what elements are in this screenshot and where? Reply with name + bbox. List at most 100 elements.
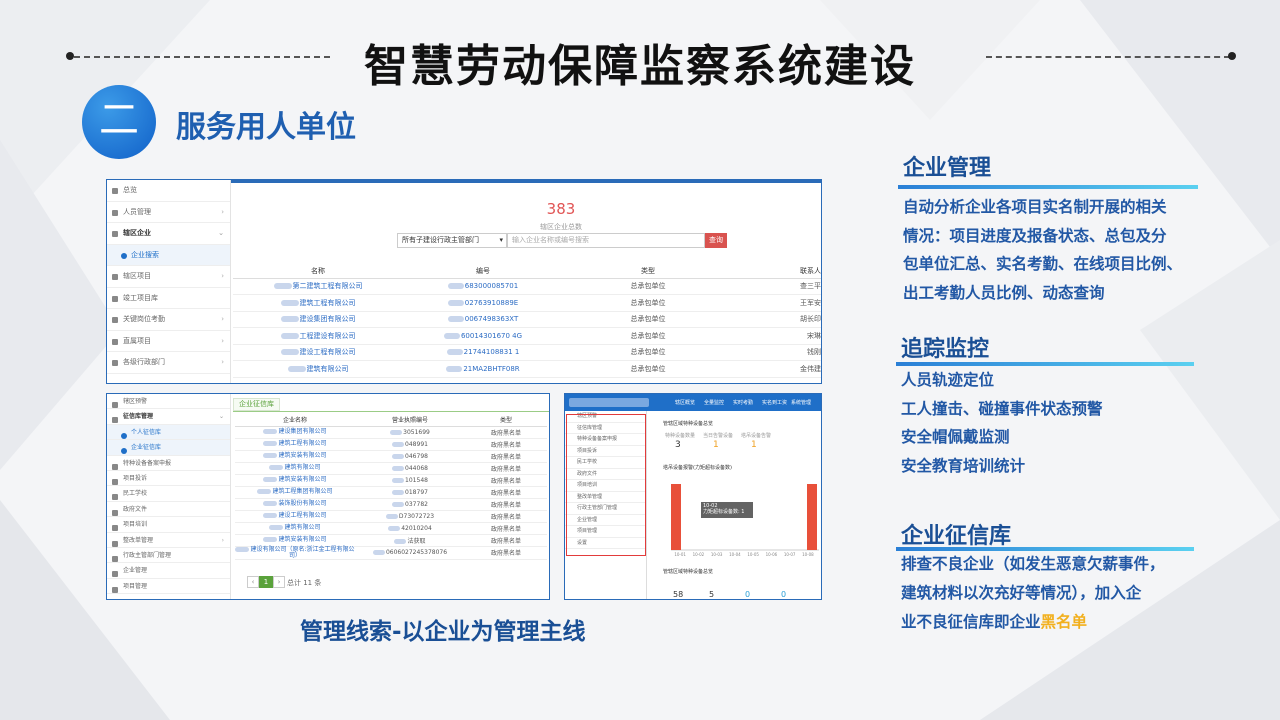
cell-type: 政府黑名单 (465, 438, 547, 451)
table-row[interactable]: 建筑工程有限公司 048991 政府黑名单 (235, 438, 547, 451)
redacted-mark (269, 465, 284, 470)
enterprise-name-link[interactable]: 建筑安装有限公司 (278, 452, 326, 459)
enterprise-code: 21744108831 1 (463, 348, 520, 357)
redacted-mark (394, 538, 407, 544)
sidebar-item[interactable]: 行政主管部门管理 (107, 548, 230, 564)
sidebar-item[interactable]: 个人征信库 (107, 424, 230, 441)
enterprise-count: 383 (546, 200, 576, 218)
section-number-badge: 二 (82, 85, 156, 159)
table-row[interactable]: 建筑有限公司 42010204 政府黑名单 (235, 522, 547, 535)
table-row[interactable]: 第二建筑工程有限公司 683000085701 总承包单位 查三平 (233, 278, 821, 295)
table-row[interactable]: 建筑安装有限公司 法获取 政府黑名单 (235, 534, 547, 547)
prev-page-button[interactable]: ‹ (247, 576, 259, 588)
enterprise-name-link[interactable]: 建筑工程集团有限公司 (272, 488, 332, 495)
table-row[interactable]: 建筑有限公司 21MA2BHTF08R 总承包单位 金伟建 (233, 360, 821, 378)
sidebar-item[interactable]: 辖区预警 (107, 394, 230, 410)
sidebar-item[interactable]: 辖区企业 ⌄ (107, 223, 230, 245)
credit-library-text: 排查不良企业（如发生恶意欠薪事件， 建筑材料以次充好等情况），加入企 业不良征信… (901, 550, 1165, 637)
chevron-icon: › (221, 336, 224, 345)
table-row[interactable]: 建筑有限公司 044068 政府黑名单 (235, 462, 547, 475)
sidebar-item[interactable]: 整改单管理 › (107, 533, 230, 548)
enterprise-name-link[interactable]: 建筑安装有限公司 (278, 476, 326, 483)
sidebar-item[interactable]: 企业征信库 (107, 440, 230, 456)
sidebar-item[interactable]: 企业管理 (107, 563, 230, 579)
cell-contact: 胡长印 (733, 311, 821, 328)
redacted-mark (280, 332, 299, 339)
enterprise-name-link[interactable]: 建设工程有限公司 (300, 348, 356, 356)
enterprise-name-link[interactable]: 建筑有限公司 (284, 464, 320, 471)
sidebar-item[interactable]: 总览 (107, 180, 230, 202)
enterprise-name-link[interactable]: 建筑工程有限公司 (278, 440, 326, 447)
top-nav-item[interactable]: 实时考勤 (733, 399, 753, 406)
cell-name: 建筑安装有限公司 (235, 534, 355, 547)
table-row[interactable]: 装饰股份有限公司 037782 政府黑名单 (235, 498, 547, 511)
table-row[interactable]: 建设集团有限公司 0067498363XT 总承包单位 胡长印 (233, 311, 821, 328)
cell-type: 政府黑名单 (465, 450, 547, 463)
sidebar-item[interactable]: 辖区项目 › (107, 266, 230, 288)
table-row[interactable]: 建筑安装有限公司 046798 政府黑名单 (235, 450, 547, 463)
cell-type: 政府黑名单 (465, 510, 547, 523)
search-button[interactable]: 查询 (705, 233, 727, 248)
chevron-down-icon: ▾ (499, 236, 503, 244)
enterprise-name-link[interactable]: 装饰股份有限公司 (278, 500, 326, 507)
screenshot-enterprise-search: 总览 人员管理 › 辖区企业 ⌄ 企业搜索 辖区项目 › 竣工项目库 关键岗位考勤 › 直属项目 › 各级… (106, 179, 822, 384)
cell-name: 建筑有限公司 (233, 360, 403, 378)
top-nav-item[interactable]: 辖区概览 (675, 399, 695, 406)
table-row[interactable]: 建设集团有限公司 3051699 政府黑名单 (235, 426, 547, 439)
column-header: 类型 (563, 264, 733, 279)
sidebar-item[interactable]: 民工学校 (107, 486, 230, 502)
sidebar-item[interactable]: 项目培训 (107, 517, 230, 533)
top-nav-item[interactable]: 实名到工资 (762, 399, 787, 406)
cell-name: 建设集团有限公司 (235, 426, 355, 439)
sidebar-item-label: 各级行政部门 (123, 358, 165, 366)
enterprise-search-input[interactable]: 输入企业名称或编号搜索 (507, 233, 705, 248)
enterprise-name-link[interactable]: 工程建设有限公司 (300, 332, 356, 340)
enterprise-name-link[interactable]: 建筑安装有限公司 (278, 536, 326, 543)
table-row[interactable]: 工程建设有限公司 60014301670 4G 总承包单位 宋琳 (233, 327, 821, 345)
sidebar-item-label: 辖区项目 (123, 272, 151, 280)
table-row[interactable]: 建设工程有限公司 D73072723 政府黑名单 (235, 510, 547, 523)
table-row[interactable]: 建筑安装有限公司 101548 政府黑名单 (235, 474, 547, 487)
cell-type: 总承包单位 (563, 360, 733, 378)
redacted-mark (263, 441, 278, 446)
tab-enterprise-credit[interactable]: 企业征信库 (233, 398, 280, 411)
sidebar-item[interactable]: 各级行政部门 › (107, 352, 230, 374)
cell-type: 政府黑名单 (465, 522, 547, 535)
top-nav-item[interactable]: 系统管理 (791, 399, 811, 406)
table-row[interactable]: 建设有限公司（原名:浙江金工程有限公司） 0606027245378076 政府黑名… (235, 546, 547, 560)
enterprise-name-link[interactable]: 建设工程有限公司 (278, 512, 326, 519)
sidebar-item[interactable]: 人员管理 › (107, 202, 230, 223)
top-nav-bar: 辖区概览 全量监控 实时考勤 实名到工资 系统管理 (565, 394, 821, 411)
sidebar-item[interactable]: 政府文件 (107, 502, 230, 518)
table-row[interactable]: 建筑工程有限公司 02763910889E 总承包单位 王军安 (233, 294, 821, 312)
enterprise-name-link[interactable]: 建筑工程有限公司 (300, 299, 356, 307)
enterprise-name-link[interactable]: 建设集团有限公司 (300, 315, 356, 323)
sidebar: 总览 人员管理 › 辖区企业 ⌄ 企业搜索 辖区项目 › 竣工项目库 关键岗位考勤 › 直属项目 › 各级… (107, 180, 231, 383)
screenshots-caption: 管理线索-以企业为管理主线 (300, 619, 586, 645)
sidebar-item[interactable]: 征信库管理 ⌄ (107, 409, 230, 425)
page-number-button[interactable]: 1 (259, 576, 273, 588)
title-left-divider (74, 56, 330, 58)
sidebar-item[interactable]: 特种设备备案申报 (107, 456, 230, 471)
sidebar-item-label: 征信库管理 (123, 413, 154, 421)
department-select[interactable]: 所有子建设行政主管部门 ▾ (397, 233, 507, 248)
text-line: 业不良征信库即企业黑名单 (901, 608, 1165, 637)
table-row[interactable]: 建筑工程集团有限公司 018797 政府黑名单 (235, 486, 547, 499)
enterprise-name-link[interactable]: 第二建筑工程有限公司 (293, 282, 363, 290)
top-nav-item[interactable]: 全量监控 (704, 399, 724, 406)
sidebar-item[interactable]: 直属项目 › (107, 331, 230, 352)
redacted-mark (287, 365, 306, 372)
sidebar-item[interactable]: 项目投诉 (107, 471, 230, 487)
enterprise-name-link[interactable]: 建筑有限公司 (284, 524, 320, 531)
sidebar-item-label: 企业征信库 (131, 444, 162, 452)
next-page-button[interactable]: › (273, 576, 285, 588)
enterprise-name-link[interactable]: 建设有限公司（原名:浙江金工程有限公司） (250, 546, 354, 559)
table-row[interactable]: 建设工程有限公司 21744108831 1 总承包单位 钱刚 (233, 344, 821, 361)
sidebar-item[interactable]: 关键岗位考勤 › (107, 309, 230, 331)
enterprise-name-link[interactable]: 建筑有限公司 (307, 365, 349, 373)
sidebar-item[interactable]: 竣工项目库 (107, 288, 230, 309)
sidebar-item-label: 个人征信库 (131, 428, 162, 436)
sidebar-item[interactable]: 项目管理 (107, 579, 230, 595)
enterprise-name-link[interactable]: 建设集团有限公司 (278, 428, 326, 435)
sidebar-item[interactable]: 企业搜索 (107, 244, 230, 266)
